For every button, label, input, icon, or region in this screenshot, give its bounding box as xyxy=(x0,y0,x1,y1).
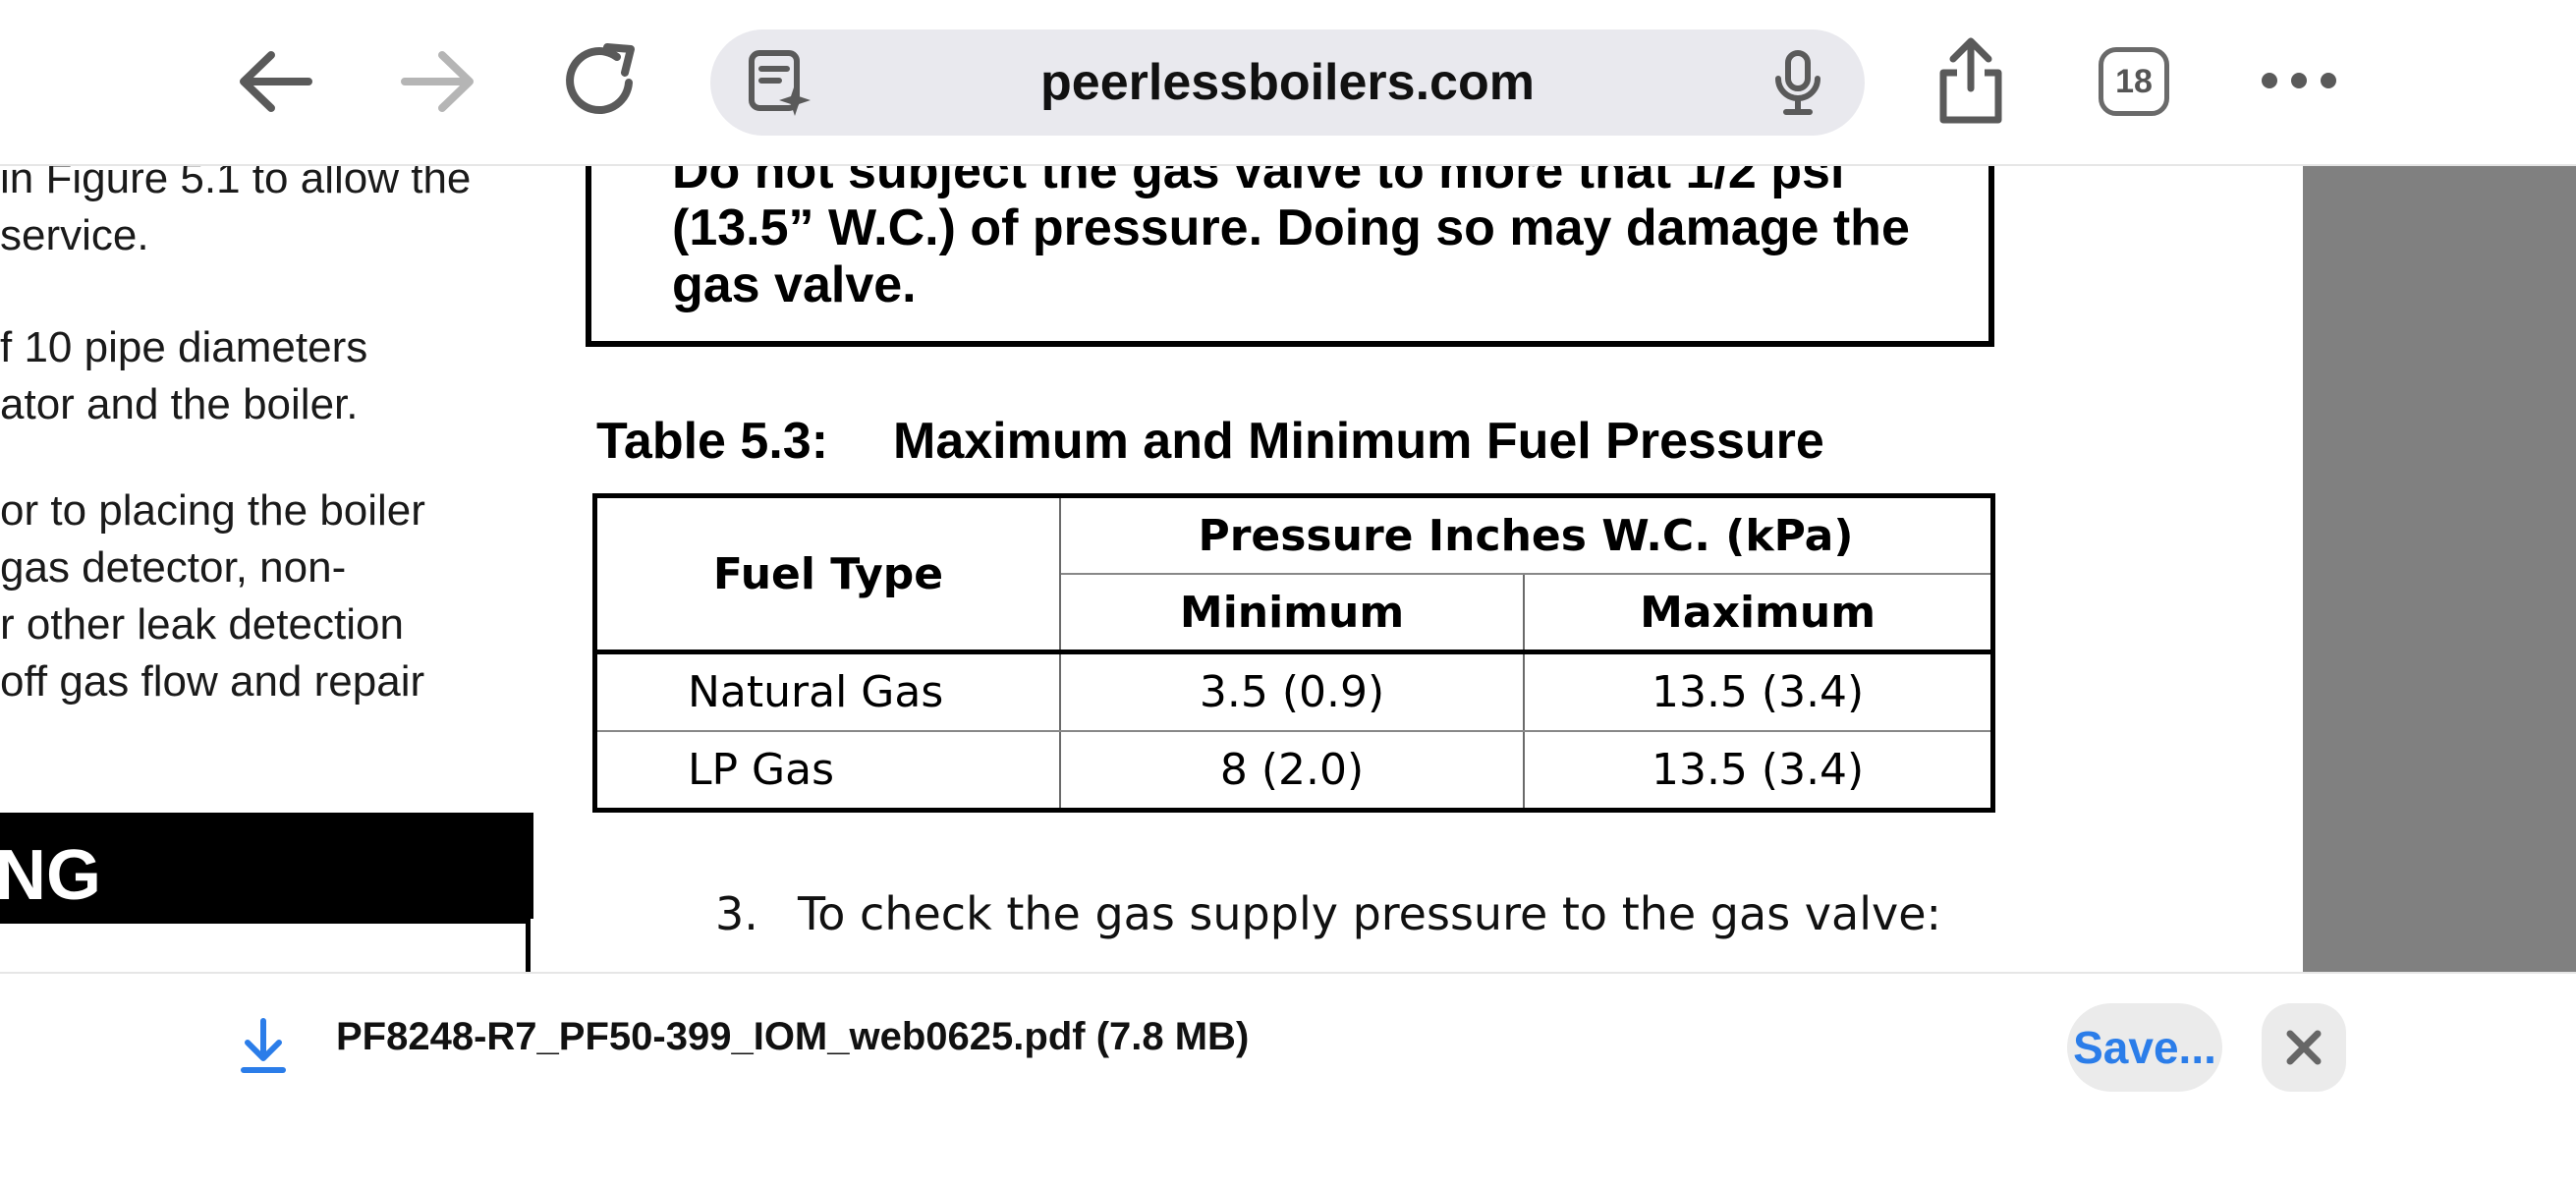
paragraph: f 10 pipe diameters ator and the boiler. xyxy=(0,319,367,433)
cut-off-text xyxy=(973,962,1759,972)
cell-minimum: 3.5 (0.9) xyxy=(1058,651,1526,732)
header-fuel-type: Fuel Type xyxy=(593,495,1061,654)
text-line: service. xyxy=(0,211,149,259)
text-line: gas detector, non- xyxy=(0,543,347,592)
tabs-icon[interactable]: 18 xyxy=(2099,47,2169,116)
warning-title: NG xyxy=(0,836,101,915)
header-maximum: Maximum xyxy=(1523,574,1994,654)
table-row: LP Gas 8 (2.0) 13.5 (3.4) xyxy=(593,731,1994,811)
caution-line: gas valve. xyxy=(672,256,917,313)
text-line: in Figure 5.1 to allow the xyxy=(0,164,472,202)
caution-line: Do not subject the gas valve to more tha… xyxy=(672,164,1845,199)
step-number: 3. xyxy=(715,887,758,940)
more-icon[interactable] xyxy=(2260,69,2338,92)
text-line: or to placing the boiler xyxy=(0,486,425,535)
cell-fuel: LP Gas xyxy=(593,731,1061,811)
reload-icon[interactable] xyxy=(560,41,643,120)
text-line: r other leak detection xyxy=(0,600,404,649)
save-button[interactable]: Save... xyxy=(2067,1003,2222,1092)
header-pressure: Pressure Inches W.C. (kPa) xyxy=(1058,495,1994,575)
download-bar: PF8248-R7_PF50-399_IOM_web0625.pdf (7.8 … xyxy=(0,972,2576,1187)
close-button[interactable] xyxy=(2262,1003,2346,1092)
table-title: Maximum and Minimum Fuel Pressure xyxy=(893,413,1824,470)
microphone-icon[interactable] xyxy=(1770,49,1825,116)
share-icon[interactable] xyxy=(1933,35,2008,126)
cell-maximum: 13.5 (3.4) xyxy=(1523,651,1994,732)
warning-banner: NG xyxy=(0,813,533,919)
cell-minimum: 8 (2.0) xyxy=(1058,731,1526,811)
url-text: peerlessboilers.com xyxy=(1040,54,1535,111)
caution-box: Do not subject the gas valve to more tha… xyxy=(586,164,1994,347)
text-line: off gas flow and repair xyxy=(0,657,425,706)
back-icon[interactable] xyxy=(236,47,314,116)
step-text: To check the gas supply pressure to the … xyxy=(798,887,1941,940)
left-column-text: in Figure 5.1 to allow the service. f 10… xyxy=(0,164,550,972)
fuel-pressure-table: Fuel Type Pressure Inches W.C. (kPa) Min… xyxy=(592,493,1995,813)
caution-text: Do not subject the gas valve to more tha… xyxy=(672,164,1910,313)
table-number: Table 5.3: xyxy=(596,413,829,470)
caution-line: (13.5” W.C.) of pressure. Doing so may d… xyxy=(672,199,1910,256)
table-caption: Table 5.3: Maximum and Minimum Fuel Press… xyxy=(596,412,1824,471)
tab-count: 18 xyxy=(2115,63,2153,100)
text-line: ator and the boiler. xyxy=(0,380,359,428)
text-line: f 10 pipe diameters xyxy=(0,323,368,371)
cell-maximum: 13.5 (3.4) xyxy=(1523,731,1994,811)
address-bar[interactable]: peerlessboilers.com xyxy=(710,29,1865,136)
close-icon xyxy=(2286,1030,2322,1065)
pdf-viewport[interactable]: in Figure 5.1 to allow the service. f 10… xyxy=(0,164,2576,972)
paragraph: in Figure 5.1 to allow the service. xyxy=(0,164,471,264)
step-item: 3. To check the gas supply pressure to th… xyxy=(715,887,1941,940)
header-minimum: Minimum xyxy=(1058,574,1526,654)
download-filename: PF8248-R7_PF50-399_IOM_web0625.pdf (7.8 … xyxy=(336,1015,1250,1058)
table-row: Natural Gas 3.5 (0.9) 13.5 (3.4) xyxy=(593,651,1994,732)
browser-toolbar: peerlessboilers.com 18 xyxy=(0,0,2576,166)
paragraph: or to placing the boiler gas detector, n… xyxy=(0,482,425,710)
warning-box xyxy=(0,919,531,972)
cell-fuel: Natural Gas xyxy=(593,651,1061,732)
forward-icon[interactable] xyxy=(399,47,477,116)
download-icon xyxy=(240,1017,287,1074)
viewer-background xyxy=(2303,164,2576,972)
